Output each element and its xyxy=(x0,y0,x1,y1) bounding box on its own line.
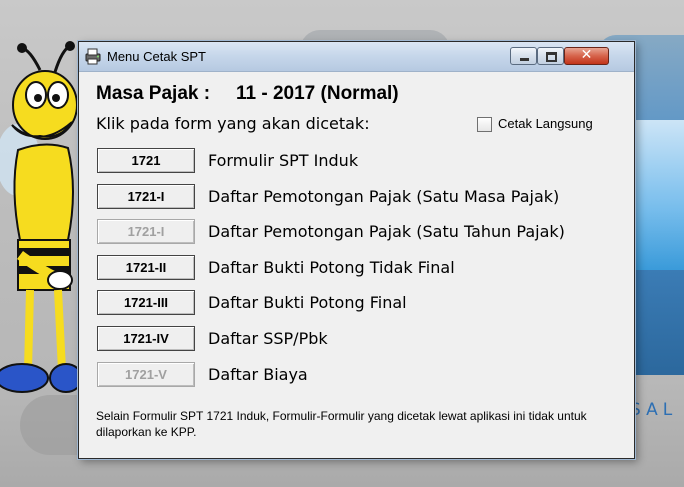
form-1721-description: Formulir SPT Induk xyxy=(208,151,359,170)
title-bar[interactable]: Menu Cetak SPT ✕ xyxy=(79,42,634,72)
menu-cetak-spt-window: Menu Cetak SPT ✕ Masa Pajak : 11 - 2017 … xyxy=(78,41,635,459)
bee-mascot-image xyxy=(0,41,80,393)
form-1721-i-description: Daftar Pemotongan Pajak (Satu Masa Pajak… xyxy=(208,187,560,206)
form-1721-iv-button[interactable]: 1721-IV xyxy=(97,326,195,351)
window-title: Menu Cetak SPT xyxy=(107,49,206,64)
masa-pajak-label: Masa Pajak : xyxy=(96,83,211,104)
form-1721-i-tahun-button[interactable]: 1721-I xyxy=(97,219,195,244)
printer-icon xyxy=(85,48,101,65)
form-1721-ii-description: Daftar Bukti Potong Tidak Final xyxy=(208,258,455,277)
form-1721-i-button[interactable]: 1721-I xyxy=(97,184,195,209)
maximize-button[interactable] xyxy=(537,47,564,65)
form-1721-button[interactable]: 1721 xyxy=(97,148,195,173)
masa-pajak-value: 11 - 2017 (Normal) xyxy=(236,83,399,104)
form-1721-i-tahun-description: Daftar Pemotongan Pajak (Satu Tahun Paja… xyxy=(208,222,565,241)
form-1721-v-button[interactable]: 1721-V xyxy=(97,362,195,387)
footer-note: Selain Formulir SPT 1721 Induk, Formulir… xyxy=(96,409,587,439)
close-icon: ✕ xyxy=(580,47,593,63)
form-1721-iii-description: Daftar Bukti Potong Final xyxy=(208,293,407,312)
cetak-langsung-label[interactable]: Cetak Langsung xyxy=(498,116,593,131)
form-1721-iv-description: Daftar SSP/Pbk xyxy=(208,329,328,348)
window-content: Masa Pajak : 11 - 2017 (Normal) Klik pad… xyxy=(79,72,634,458)
form-1721-ii-button[interactable]: 1721-II xyxy=(97,255,195,280)
form-1721-iii-button[interactable]: 1721-III xyxy=(97,290,195,315)
minimize-button[interactable] xyxy=(510,47,537,65)
cetak-langsung-checkbox[interactable] xyxy=(477,117,492,132)
background-text: SAL xyxy=(630,400,678,420)
instruction-text: Klik pada form yang akan dicetak: xyxy=(96,114,370,133)
form-1721-v-description: Daftar Biaya xyxy=(208,365,308,384)
close-button[interactable]: ✕ xyxy=(564,47,609,65)
